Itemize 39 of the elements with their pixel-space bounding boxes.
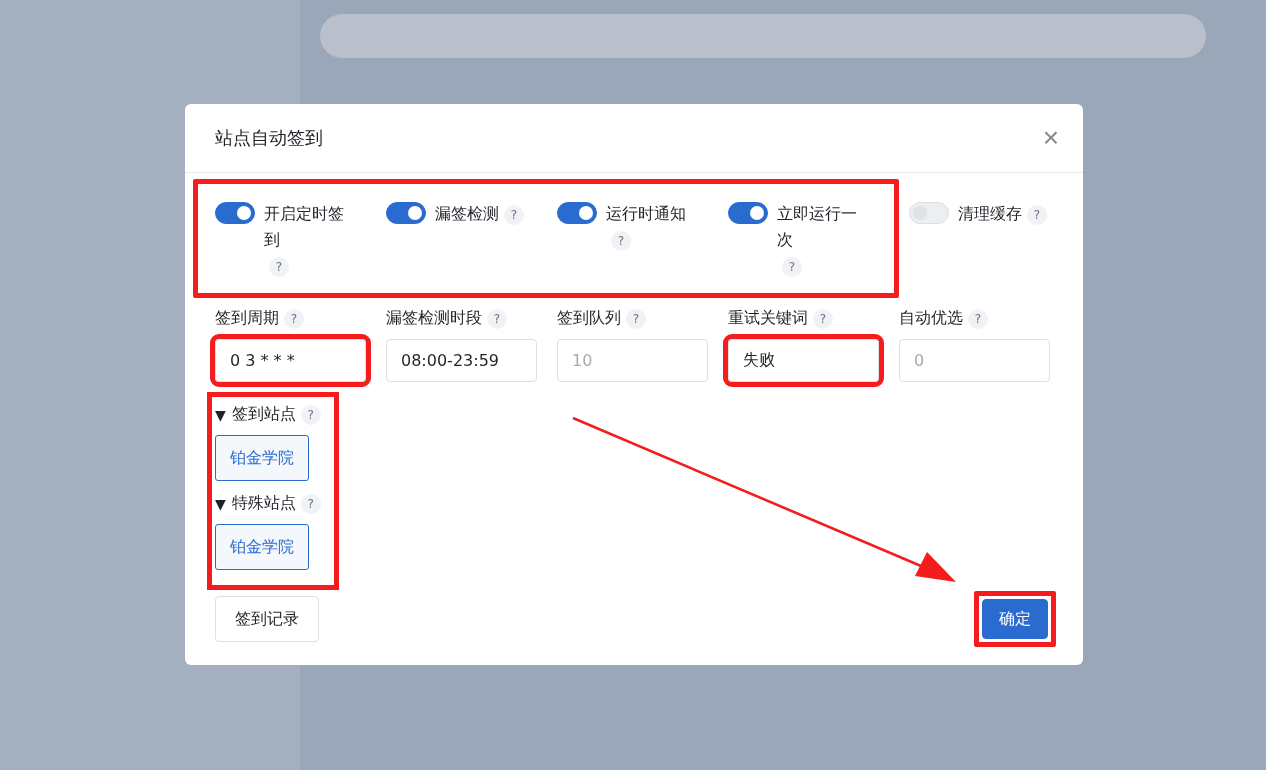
field-label: 签到周期: [215, 308, 279, 327]
records-button[interactable]: 签到记录: [215, 596, 319, 642]
site-chip[interactable]: 铂金学院: [215, 435, 309, 481]
input-field[interactable]: 08:00-23:59: [386, 339, 537, 382]
expand-toggle[interactable]: ▼: [215, 495, 226, 512]
help-icon[interactable]: ?: [968, 308, 988, 329]
help-icon[interactable]: ?: [269, 256, 289, 277]
help-icon[interactable]: ?: [300, 493, 321, 514]
switch-label: 开启定时签到: [264, 203, 345, 251]
section-title: 签到站点: [231, 404, 296, 425]
switch-label: 漏签检测: [435, 203, 499, 225]
toggle-switch[interactable]: [386, 202, 426, 224]
input-field[interactable]: 0: [899, 339, 1050, 382]
toggle-switch[interactable]: [557, 202, 597, 224]
input-field[interactable]: 10: [557, 339, 708, 382]
switch-label: 立即运行一次: [777, 203, 858, 251]
help-icon[interactable]: ?: [611, 230, 631, 251]
help-icon[interactable]: ?: [1027, 204, 1047, 225]
help-icon[interactable]: ?: [300, 404, 321, 425]
field-label: 漏签检测时段: [386, 308, 482, 327]
toggle-switch[interactable]: [728, 202, 768, 224]
field-label: 签到队列: [557, 308, 621, 327]
help-icon[interactable]: ?: [782, 256, 802, 277]
field-label: 重试关键词: [728, 308, 808, 327]
toggle-switch[interactable]: [215, 202, 255, 224]
switch-label: 清理缓存: [958, 203, 1022, 225]
section-title: 特殊站点: [231, 493, 296, 514]
dialog-title: 站点自动签到: [215, 126, 323, 150]
confirm-button[interactable]: 确定: [982, 599, 1048, 639]
field-label: 自动优选: [899, 308, 963, 327]
help-icon[interactable]: ?: [487, 308, 507, 329]
site-chip[interactable]: 铂金学院: [215, 524, 309, 570]
help-icon[interactable]: ?: [813, 308, 833, 329]
close-button[interactable]: ×: [1042, 124, 1059, 152]
help-icon[interactable]: ?: [626, 308, 646, 329]
help-icon[interactable]: ?: [284, 308, 304, 329]
help-icon[interactable]: ?: [504, 204, 524, 225]
switch-label: 运行时通知: [606, 203, 686, 225]
expand-toggle[interactable]: ▼: [215, 406, 226, 423]
